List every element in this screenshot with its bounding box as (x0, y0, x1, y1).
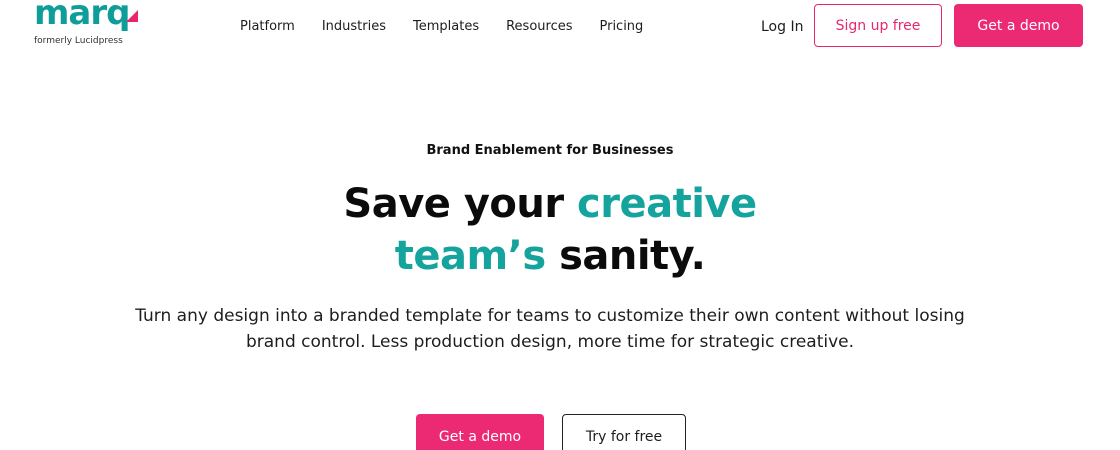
headline-part2: sanity. (545, 233, 706, 279)
nav-item-templates[interactable]: Templates (413, 17, 479, 37)
nav-item-platform[interactable]: Platform (240, 17, 295, 37)
hero-cta-row: Get a demo Try for free (0, 414, 1100, 450)
hero-headline: Save your creative team’s sanity. (0, 178, 1100, 282)
hero-eyebrow: Brand Enablement for Businesses (426, 143, 674, 158)
login-link[interactable]: Log In (761, 17, 803, 37)
landing-page: marq formerly Lucidpress Platform Indust… (0, 0, 1120, 450)
main-nav: Platform Industries Templates Resources … (240, 17, 670, 37)
headline-highlight-creative: creative (577, 181, 757, 227)
hero-get-demo-button[interactable]: Get a demo (416, 414, 544, 450)
headline-part1: Save your (343, 181, 578, 227)
logo-accent-icon (126, 10, 138, 22)
nav-item-industries[interactable]: Industries (322, 17, 386, 37)
headline-highlight-team: team’s (394, 233, 546, 279)
site-header: marq formerly Lucidpress Platform Indust… (0, 0, 1120, 60)
hero-subtext: Turn any design into a branded template … (135, 306, 965, 352)
logo-wordmark: marq (34, 0, 130, 33)
get-demo-button[interactable]: Get a demo (954, 4, 1083, 47)
marq-logo[interactable]: marq formerly Lucidpress (34, 0, 154, 52)
logo-tagline: formerly Lucidpress (34, 36, 123, 46)
nav-item-pricing[interactable]: Pricing (599, 17, 643, 37)
signup-button[interactable]: Sign up free (814, 4, 942, 47)
hero-try-free-button[interactable]: Try for free (562, 414, 686, 450)
nav-item-resources[interactable]: Resources (506, 17, 572, 37)
